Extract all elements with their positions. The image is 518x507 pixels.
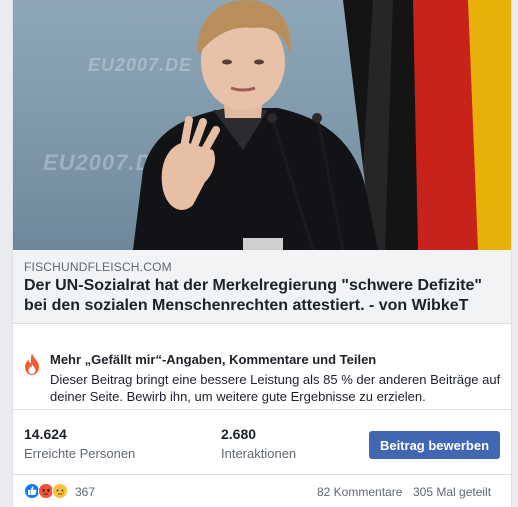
link-preview[interactable]: FISCHUNDFLEISCH.COM Der UN-Sozialrat hat…	[13, 250, 511, 324]
notice-title: Mehr „Gefällt mir“-Angaben, Kommentare u…	[50, 352, 377, 367]
footer-divider	[13, 474, 511, 475]
interactions-value: 2.680	[221, 426, 257, 442]
interactions-label: Interaktionen	[221, 446, 297, 461]
boost-post-button[interactable]: Beitrag bewerben	[369, 431, 500, 459]
reach-value: 14.624	[24, 426, 67, 442]
boost-notice: Mehr „Gefällt mir“-Angaben, Kommentare u…	[13, 339, 511, 410]
comments-count[interactable]: 82 Kommentare	[317, 485, 402, 499]
post-card: EU2007.DE EU2007.DE FISCHUNDFLEISCH.COM …	[12, 0, 512, 507]
photo-illustration	[133, 0, 511, 250]
reaction-count[interactable]: 367	[75, 485, 95, 499]
sad-icon[interactable]	[52, 483, 68, 499]
post-image[interactable]: EU2007.DE EU2007.DE	[13, 0, 511, 250]
flame-icon	[25, 353, 39, 375]
link-headline[interactable]: Der UN-Sozialrat hat der Merkelregierung…	[24, 276, 504, 316]
link-domain: FISCHUNDFLEISCH.COM	[24, 260, 172, 274]
notice-body: Dieser Beitrag bringt eine bessere Leist…	[50, 372, 501, 404]
shares-count[interactable]: 305 Mal geteilt	[413, 485, 491, 499]
reach-label: Erreichte Personen	[24, 446, 136, 461]
